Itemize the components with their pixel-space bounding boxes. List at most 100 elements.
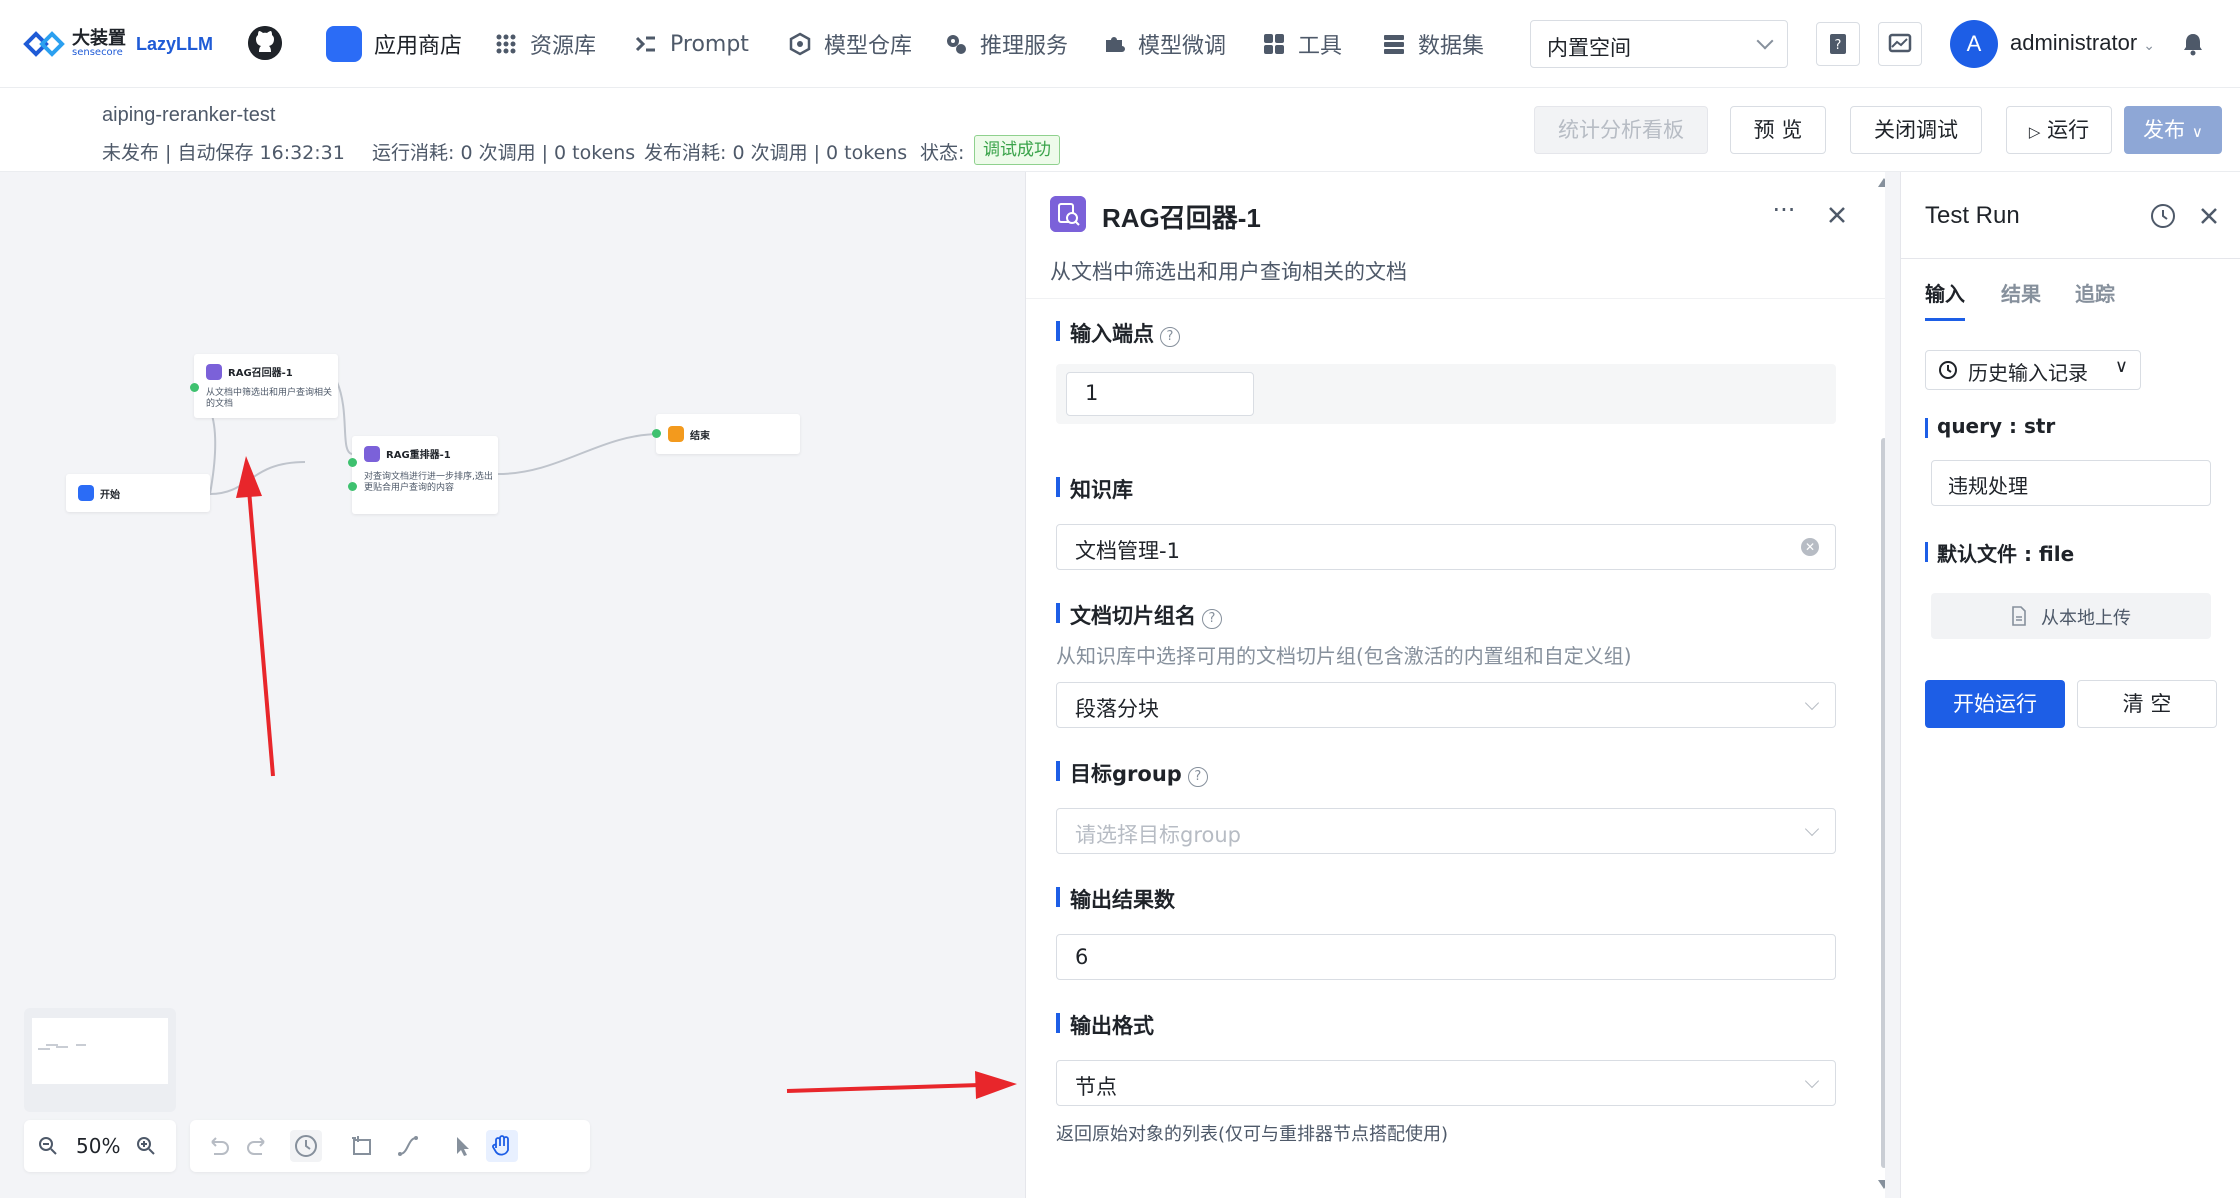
workflow-canvas[interactable]: 开始 RAG召回器-1 从文档中筛选出和用户查询相关的文档 RAG重排器-1 对… bbox=[0, 172, 1025, 1198]
close-debug-button[interactable]: 关闭调试 bbox=[1850, 106, 1982, 154]
publish-cost: 发布消耗: 0 次调用 | 0 tokens bbox=[644, 142, 908, 164]
chunk-group-label: 文档切片组名? bbox=[1056, 600, 1222, 630]
history-icon[interactable] bbox=[2149, 202, 2177, 230]
reranker-icon bbox=[364, 446, 380, 462]
tab-result[interactable]: 结果 bbox=[2001, 278, 2041, 307]
input-ports-field[interactable]: 1 bbox=[1066, 372, 1254, 416]
query-input[interactable]: 违规处理 bbox=[1931, 460, 2211, 506]
input-port[interactable] bbox=[190, 383, 199, 392]
analytics-button[interactable]: 统计分析看板 bbox=[1534, 106, 1708, 154]
topk-label: 输出结果数 bbox=[1056, 884, 1175, 914]
more-icon[interactable]: ··· bbox=[1766, 196, 1802, 226]
gears-icon bbox=[947, 35, 966, 54]
user-menu[interactable]: administrator ⌄ bbox=[2010, 30, 2155, 56]
brand-logo[interactable]: 大装置 sensecore LazyLLM bbox=[22, 26, 213, 62]
node-config-panel: RAG召回器-1 ··· 从文档中筛选出和用户查询相关的文档 输入端点? 1 知… bbox=[1025, 172, 1890, 1198]
file-icon bbox=[2012, 606, 2026, 626]
input-port[interactable] bbox=[348, 482, 357, 491]
nav-model-repo[interactable]: 模型仓库 bbox=[788, 26, 912, 62]
puzzle-icon bbox=[1106, 37, 1125, 52]
play-icon: ▷ bbox=[2028, 123, 2041, 141]
input-port[interactable] bbox=[652, 429, 661, 438]
zoom-control: 50% bbox=[24, 1120, 176, 1172]
test-run-panel: Test Run 输入 结果 追踪 历史输入记录 ∨ query : str 违… bbox=[1900, 172, 2240, 1198]
reranker-node[interactable]: RAG重排器-1 对查询文档进行进一步排序,选出更贴合用户查询的内容 bbox=[348, 436, 498, 514]
tab-input[interactable]: 输入 bbox=[1925, 278, 1965, 307]
close-icon[interactable] bbox=[1820, 198, 1854, 232]
help-icon[interactable]: ? bbox=[1160, 327, 1180, 347]
chevron-down-icon: ⌄ bbox=[2143, 37, 2156, 53]
kb-label: 知识库 bbox=[1056, 474, 1133, 504]
file-label: 默认文件 : file bbox=[1925, 538, 2074, 567]
end-icon bbox=[668, 426, 684, 442]
start-run-button[interactable]: 开始运行 bbox=[1925, 680, 2065, 728]
help-book-icon: ? bbox=[1830, 34, 1846, 54]
clear-icon[interactable]: ✕ bbox=[1801, 538, 1819, 556]
input-ports-box: 1 bbox=[1056, 364, 1836, 424]
node-description: 从文档中筛选出和用户查询相关的文档 bbox=[1050, 260, 1407, 284]
nav-app-store[interactable]: 应用商店 bbox=[326, 26, 462, 62]
connector-icon[interactable] bbox=[392, 1130, 424, 1162]
start-node[interactable]: 开始 bbox=[66, 474, 210, 512]
brand-sub: sensecore bbox=[72, 47, 123, 58]
output-format-select[interactable]: 节点 bbox=[1056, 1060, 1836, 1106]
panel-gap bbox=[1885, 172, 1900, 1198]
clear-button[interactable]: 清 空 bbox=[2077, 680, 2217, 728]
history-icon[interactable] bbox=[290, 1130, 322, 1162]
target-group-select[interactable]: 请选择目标group bbox=[1056, 808, 1836, 854]
brand-name: 大装置 bbox=[72, 28, 126, 49]
add-note-icon[interactable] bbox=[346, 1130, 378, 1162]
sensecore-logo-icon bbox=[23, 31, 65, 57]
tab-trace[interactable]: 追踪 bbox=[2075, 278, 2115, 307]
store-icon bbox=[326, 26, 362, 62]
zoom-in-icon[interactable] bbox=[136, 1136, 156, 1156]
docs-button[interactable]: ? bbox=[1816, 22, 1860, 66]
nav-inference[interactable]: 推理服务 bbox=[944, 26, 1068, 62]
tab-indicator bbox=[1925, 318, 1965, 321]
space-select[interactable]: 内置空间 bbox=[1530, 20, 1788, 68]
monitor-button[interactable] bbox=[1878, 22, 1922, 66]
input-port[interactable] bbox=[348, 458, 357, 467]
user-avatar[interactable]: A bbox=[1950, 20, 1998, 68]
topk-input[interactable]: 6 bbox=[1056, 934, 1836, 980]
upload-button[interactable]: 从本地上传 bbox=[1931, 593, 2211, 639]
chunk-group-select[interactable]: 段落分块 bbox=[1056, 682, 1836, 728]
prompt-icon bbox=[635, 36, 655, 52]
output-format-label: 输出格式 bbox=[1056, 1010, 1154, 1040]
chunk-group-hint: 从知识库中选择可用的文档切片组(包含激活的内置组和自定义组) bbox=[1056, 644, 1632, 668]
run-button[interactable]: ▷ 运行 bbox=[2006, 106, 2112, 154]
status-badge: 调试成功 bbox=[974, 135, 1060, 165]
pointer-icon[interactable] bbox=[446, 1130, 478, 1162]
nav-prompt[interactable]: Prompt bbox=[634, 26, 749, 62]
help-icon[interactable]: ? bbox=[1202, 609, 1222, 629]
kb-select[interactable]: 文档管理-1 ✕ bbox=[1056, 524, 1836, 570]
node-title[interactable]: RAG召回器-1 bbox=[1102, 198, 1261, 235]
github-icon[interactable] bbox=[248, 26, 282, 60]
home-icon bbox=[78, 485, 94, 501]
apps-icon bbox=[1264, 34, 1284, 54]
nav-datasets[interactable]: 数据集 bbox=[1382, 26, 1484, 62]
app-name: aiping-reranker-test bbox=[102, 104, 276, 126]
nav-resources[interactable]: 资源库 bbox=[494, 26, 596, 62]
redo-icon[interactable] bbox=[242, 1130, 274, 1162]
retriever-node[interactable]: RAG召回器-1 从文档中筛选出和用户查询相关的文档 bbox=[190, 354, 338, 418]
product-name: LazyLLM bbox=[136, 33, 214, 54]
divider bbox=[1026, 298, 1886, 299]
close-icon[interactable] bbox=[2195, 202, 2223, 230]
publish-button[interactable]: 发布 ∨ bbox=[2124, 106, 2222, 154]
undo-icon[interactable] bbox=[202, 1130, 234, 1162]
monitor-icon bbox=[1888, 33, 1912, 53]
preview-button[interactable]: 预 览 bbox=[1730, 106, 1826, 154]
nav-finetune[interactable]: 模型微调 bbox=[1102, 26, 1226, 62]
status-label: 状态: bbox=[920, 142, 965, 164]
hand-icon[interactable] bbox=[486, 1130, 518, 1162]
nav-tools[interactable]: 工具 bbox=[1262, 26, 1342, 62]
minimap-viewport[interactable] bbox=[32, 1018, 168, 1084]
history-input-button[interactable]: 历史输入记录 ∨ bbox=[1925, 350, 2141, 390]
minimap[interactable] bbox=[24, 1008, 176, 1112]
help-icon[interactable]: ? bbox=[1187, 767, 1208, 787]
bell-icon[interactable] bbox=[2182, 32, 2204, 56]
end-node[interactable]: 结束 bbox=[652, 414, 800, 454]
history-icon bbox=[1939, 361, 1957, 379]
zoom-out-icon[interactable] bbox=[38, 1136, 58, 1156]
